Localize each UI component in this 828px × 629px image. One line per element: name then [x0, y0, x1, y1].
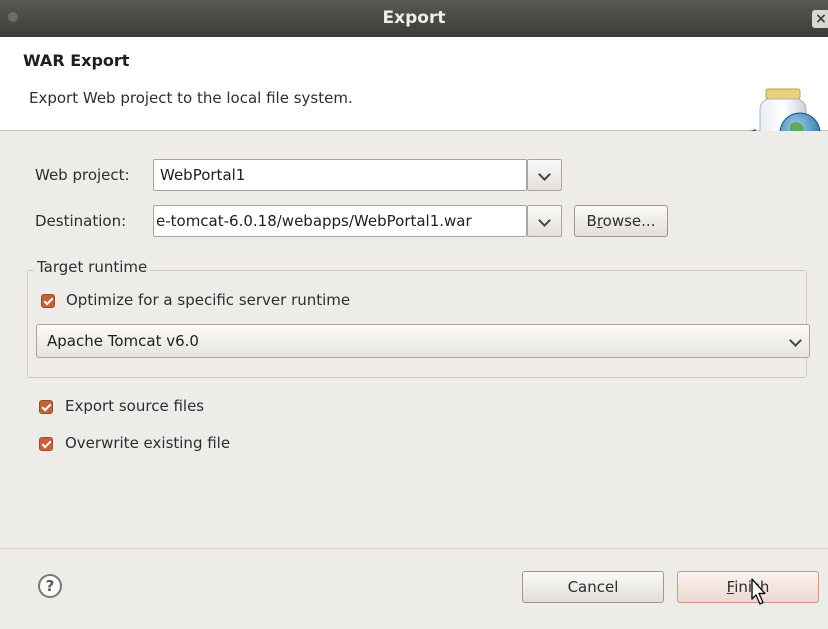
destination-value: e-tomcat-6.0.18/webapps/WebPortal1.war: [156, 212, 472, 230]
close-icon[interactable]: ×: [812, 10, 828, 28]
server-runtime-select[interactable]: Apache Tomcat v6.0: [36, 324, 810, 358]
export-source-label: Export source files: [65, 397, 205, 415]
wizard-banner: WAR Export Export Web project to the loc…: [0, 37, 828, 156]
destination-dropdown-button[interactable]: [527, 205, 562, 237]
wizard-page-title: WAR Export: [23, 51, 130, 70]
web-project-dropdown-button[interactable]: [527, 159, 562, 191]
window-title: Export: [382, 8, 446, 28]
destination-input[interactable]: e-tomcat-6.0.18/webapps/WebPortal1.war: [153, 205, 527, 237]
overwrite-file-checkbox[interactable]: [39, 437, 53, 451]
help-icon[interactable]: ?: [38, 574, 62, 598]
chevron-down-icon: [538, 214, 551, 227]
optimize-runtime-checkbox[interactable]: [41, 294, 55, 308]
cancel-button[interactable]: Cancel: [522, 571, 664, 603]
chevron-down-icon: [789, 334, 802, 347]
chevron-down-icon: [538, 168, 551, 181]
optimize-runtime-label: Optimize for a specific server runtime: [66, 291, 351, 309]
window-titlebar: Export ×: [0, 0, 828, 37]
target-runtime-legend: Target runtime: [34, 258, 151, 276]
overwrite-file-label: Overwrite existing file: [65, 434, 231, 452]
wizard-page-description: Export Web project to the local file sys…: [29, 89, 353, 107]
server-runtime-value: Apache Tomcat v6.0: [47, 332, 199, 350]
browse-button[interactable]: Browse...: [574, 205, 668, 237]
mouse-cursor-icon: [751, 578, 766, 605]
web-project-combo[interactable]: WebPortal1: [153, 159, 527, 191]
web-project-label: Web project:: [35, 166, 130, 184]
destination-label: Destination:: [35, 212, 127, 230]
web-project-value: WebPortal1: [160, 166, 246, 184]
export-source-checkbox[interactable]: [39, 400, 53, 414]
